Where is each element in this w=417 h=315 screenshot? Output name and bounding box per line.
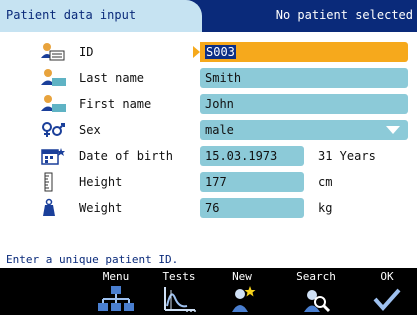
person-card-icon <box>40 68 68 88</box>
title-tab: Patient data input <box>0 0 202 32</box>
new-button-label: New <box>232 270 252 283</box>
id-value: S003 <box>205 45 236 59</box>
hint-bar: Enter a unique patient ID. <box>0 250 417 268</box>
form-row-date-of-birth: Date of birth 15.03.1973 31 Years <box>0 146 417 166</box>
form-row-weight: Weight 76 kg <box>0 198 417 218</box>
id-label: ID <box>79 45 94 59</box>
height-icon <box>40 172 68 192</box>
weight-unit: kg <box>318 201 333 215</box>
checkmark-icon <box>369 284 405 314</box>
sex-value: male <box>205 123 234 137</box>
first-name-input[interactable]: John <box>200 94 408 114</box>
gender-icon <box>40 120 68 140</box>
search-patient-icon <box>298 284 334 314</box>
form-row-first-name: First name John <box>0 94 417 114</box>
form-row-sex: Sex male <box>0 120 417 140</box>
tests-button[interactable]: Tests <box>149 268 209 315</box>
height-input[interactable]: 177 <box>200 172 304 192</box>
date-of-birth-label: Date of birth <box>79 149 173 163</box>
search-button-label: Search <box>296 270 336 283</box>
last-name-label: Last name <box>79 71 145 85</box>
title-bar: Patient data input No patient selected <box>0 0 417 32</box>
tests-chart-icon <box>161 284 197 314</box>
menu-tree-icon <box>98 284 134 314</box>
form-row-height: Height 177 cm <box>0 172 417 192</box>
ok-button[interactable]: OK <box>357 268 417 315</box>
hint-text: Enter a unique patient ID. <box>6 253 179 266</box>
calendar-icon <box>40 146 68 166</box>
chevron-down-icon[interactable] <box>386 126 400 134</box>
weight-icon <box>40 198 68 218</box>
id-input[interactable]: S003 <box>200 42 408 62</box>
form-row-last-name: Last name Smith <box>0 68 417 88</box>
window-title: Patient data input <box>6 8 137 22</box>
search-button[interactable]: Search <box>286 268 346 315</box>
new-button[interactable]: New <box>212 268 272 315</box>
weight-input[interactable]: 76 <box>200 198 304 218</box>
patient-form: ID S003 Last name Smith First name John <box>0 32 417 250</box>
height-label: Height <box>79 175 123 189</box>
ok-button-label: OK <box>380 270 394 283</box>
last-name-input[interactable]: Smith <box>200 68 408 88</box>
person-card-icon <box>40 94 68 114</box>
weight-label: Weight <box>79 201 123 215</box>
form-row-id: ID S003 <box>0 42 417 62</box>
first-name-label: First name <box>79 97 152 111</box>
new-patient-icon <box>224 284 260 314</box>
menu-button[interactable]: Menu <box>86 268 146 315</box>
tests-button-label: Tests <box>162 270 196 283</box>
id-card-person-icon <box>40 42 68 62</box>
focus-caret-icon <box>193 46 200 58</box>
sex-label: Sex <box>79 123 101 137</box>
sex-dropdown[interactable]: male <box>200 120 408 140</box>
bottom-toolbar: Menu Tests New Search OK <box>0 268 417 315</box>
patient-status: No patient selected <box>275 8 413 22</box>
date-of-birth-input[interactable]: 15.03.1973 <box>200 146 304 166</box>
height-unit: cm <box>318 175 333 189</box>
menu-button-label: Menu <box>102 270 130 283</box>
age-text: 31 Years <box>318 149 376 163</box>
